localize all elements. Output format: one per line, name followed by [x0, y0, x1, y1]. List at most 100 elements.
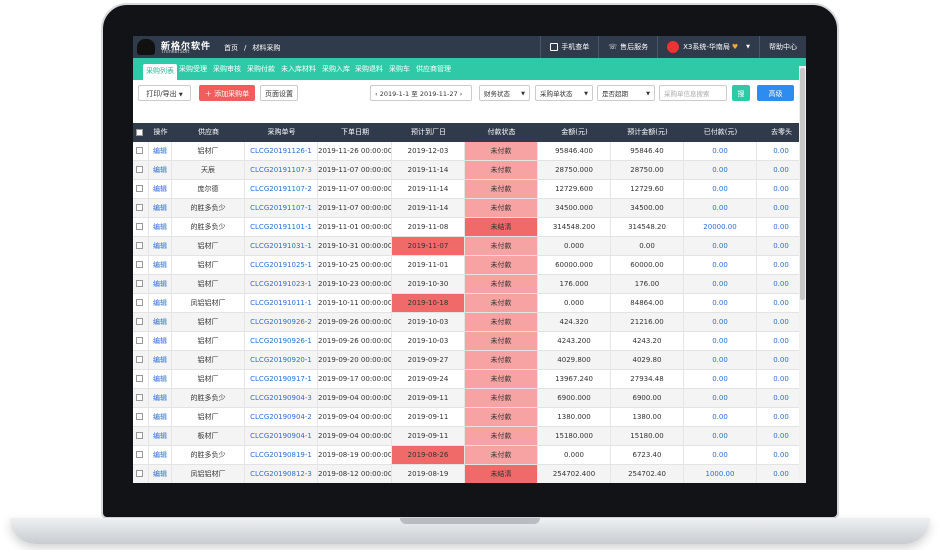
tab-not-stocked[interactable]: 未入库材料	[281, 64, 316, 74]
order-link[interactable]: CLCG20191126-1	[245, 142, 318, 160]
order-link[interactable]: CLCG20191101-1	[245, 218, 318, 236]
tab-purchase-list[interactable]: 采购列表	[143, 64, 177, 80]
row-checkbox[interactable]	[136, 280, 143, 287]
edit-link[interactable]: 编辑	[149, 370, 172, 388]
col-header-order[interactable]: 采购单号	[245, 123, 318, 142]
cell-pay-status: 未付款	[465, 370, 538, 388]
edit-link[interactable]: 编辑	[149, 180, 172, 198]
row-checkbox[interactable]	[136, 356, 143, 363]
tab-supplier-management[interactable]: 供应商管理	[416, 64, 451, 74]
order-link[interactable]: CLCG20191107-2	[245, 180, 318, 198]
order-link[interactable]: CLCG20191107-1	[245, 199, 318, 217]
order-link[interactable]: CLCG20190926-2	[245, 313, 318, 331]
select-all-checkbox[interactable]	[136, 129, 143, 136]
edit-link[interactable]: 编辑	[149, 142, 172, 160]
order-link[interactable]: CLCG20191107-3	[245, 161, 318, 179]
row-checkbox[interactable]	[136, 242, 143, 249]
page-settings-button[interactable]: 页面设置	[260, 85, 298, 101]
cell-eta: 2019-12-03	[392, 142, 465, 160]
after-sales-button[interactable]: ☏ 售后服务	[598, 36, 657, 58]
cell-date: 2019-08-12 00:00:00	[318, 465, 392, 483]
row-checkbox[interactable]	[136, 223, 143, 230]
order-link[interactable]: CLCG20191025-1	[245, 256, 318, 274]
col-header-supplier[interactable]: 供应商	[172, 123, 245, 142]
col-header-eta[interactable]: 预计到厂日	[392, 123, 465, 142]
col-header-est-amount[interactable]: 预计金额(元)	[611, 123, 684, 142]
edit-link[interactable]: 编辑	[149, 256, 172, 274]
search-input[interactable]: 采购单信息搜索	[659, 85, 727, 101]
order-status-select[interactable]: 采购单状态 ▼	[535, 85, 593, 101]
finance-status-select[interactable]: 财务状态 ▼	[479, 85, 530, 101]
edit-link[interactable]: 编辑	[149, 465, 172, 483]
tab-purchase-accept[interactable]: 采购受理	[179, 64, 207, 74]
breadcrumb-home[interactable]: 首页	[224, 44, 238, 52]
row-select-cell	[133, 427, 149, 445]
edit-link[interactable]: 编辑	[149, 389, 172, 407]
edit-link[interactable]: 编辑	[149, 275, 172, 293]
row-select-cell	[133, 408, 149, 426]
edit-link[interactable]: 编辑	[149, 427, 172, 445]
row-checkbox[interactable]	[136, 185, 143, 192]
col-header-pay-status[interactable]: 付款状态	[465, 123, 538, 142]
tab-purchase-cart[interactable]: 采购车	[389, 64, 410, 74]
chevron-right-icon[interactable]: ›	[460, 90, 463, 98]
edit-link[interactable]: 编辑	[149, 313, 172, 331]
row-checkbox[interactable]	[136, 261, 143, 268]
row-checkbox[interactable]	[136, 413, 143, 420]
col-header-amount[interactable]: 金额(元)	[538, 123, 611, 142]
row-checkbox[interactable]	[136, 394, 143, 401]
order-link[interactable]: CLCG20190904-3	[245, 389, 318, 407]
row-checkbox[interactable]	[136, 470, 143, 477]
edit-link[interactable]: 编辑	[149, 351, 172, 369]
cell-eta: 2019-11-14	[392, 161, 465, 179]
edit-link[interactable]: 编辑	[149, 237, 172, 255]
edit-link[interactable]: 编辑	[149, 199, 172, 217]
order-link[interactable]: CLCG20190926-1	[245, 332, 318, 350]
edit-link[interactable]: 编辑	[149, 332, 172, 350]
edit-link[interactable]: 编辑	[149, 294, 172, 312]
col-header-date[interactable]: 下单日期	[318, 123, 392, 142]
print-export-button[interactable]: 打印/导出 ▼	[138, 85, 191, 101]
order-link[interactable]: CLCG20190920-1	[245, 351, 318, 369]
cell-date: 2019-11-26 00:00:00	[318, 142, 392, 160]
row-checkbox[interactable]	[136, 337, 143, 344]
date-range-picker[interactable]: ‹ 2019-1-1 至 2019-11-27 ›	[370, 85, 472, 101]
row-checkbox[interactable]	[136, 375, 143, 382]
search-button[interactable]: 搜	[732, 85, 750, 101]
add-order-button[interactable]: ＋ 添加采购单	[199, 85, 255, 101]
order-link[interactable]: CLCG20190904-1	[245, 427, 318, 445]
row-select-cell	[133, 313, 149, 331]
tab-purchase-return[interactable]: 采购退料	[355, 64, 383, 74]
edit-link[interactable]: 编辑	[149, 161, 172, 179]
row-checkbox[interactable]	[136, 299, 143, 306]
tab-purchase-stock-in[interactable]: 采购入库	[322, 64, 350, 74]
order-link[interactable]: CLCG20191031-1	[245, 237, 318, 255]
vertical-scrollbar[interactable]	[799, 66, 806, 483]
row-checkbox[interactable]	[136, 166, 143, 173]
scrollbar-thumb[interactable]	[800, 68, 805, 300]
row-checkbox[interactable]	[136, 204, 143, 211]
order-link[interactable]: CLCG20190812-3	[245, 465, 318, 483]
advanced-search-button[interactable]: 高级	[757, 85, 794, 101]
row-checkbox[interactable]	[136, 147, 143, 154]
tab-purchase-review[interactable]: 采购审核	[213, 64, 241, 74]
order-link[interactable]: CLCG20190819-1	[245, 446, 318, 464]
tab-purchase-payment[interactable]: 采购付款	[247, 64, 275, 74]
order-link[interactable]: CLCG20191011-1	[245, 294, 318, 312]
order-link[interactable]: CLCG20190904-2	[245, 408, 318, 426]
help-center-button[interactable]: 帮助中心	[759, 36, 806, 58]
row-checkbox[interactable]	[136, 432, 143, 439]
edit-link[interactable]: 编辑	[149, 218, 172, 236]
user-menu[interactable]: X3系统-华南局 ♥ ▼	[657, 36, 759, 58]
chevron-left-icon[interactable]: ‹	[375, 90, 378, 98]
overdue-select[interactable]: 是否超期 ▼	[597, 85, 655, 101]
col-header-paid[interactable]: 已付款(元)	[684, 123, 757, 142]
row-checkbox[interactable]	[136, 318, 143, 325]
mobile-order-button[interactable]: 手机查单	[540, 36, 598, 58]
order-link[interactable]: CLCG20190917-1	[245, 370, 318, 388]
edit-link[interactable]: 编辑	[149, 408, 172, 426]
row-checkbox[interactable]	[136, 451, 143, 458]
edit-link[interactable]: 编辑	[149, 446, 172, 464]
order-link[interactable]: CLCG20191023-1	[245, 275, 318, 293]
cell-est-amount: 34500.00	[611, 199, 684, 217]
